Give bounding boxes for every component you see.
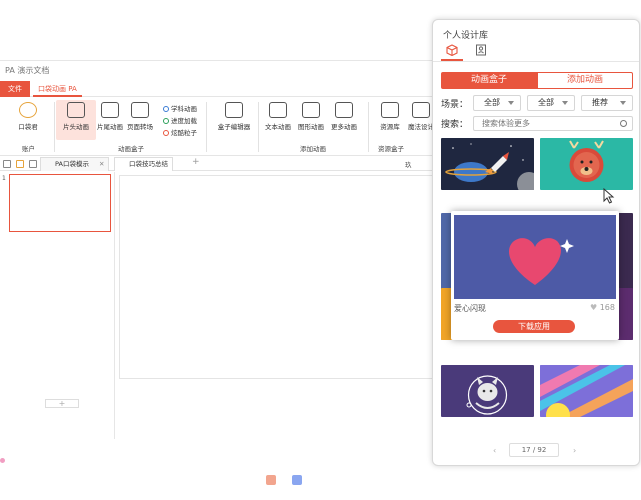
colorful-stripes-illustration — [540, 365, 633, 417]
animation-name: 爱心闪现 — [454, 304, 486, 313]
add-slide-button[interactable]: + — [45, 399, 79, 408]
divider — [206, 102, 207, 152]
sort-select[interactable]: 推荐 — [581, 95, 633, 111]
transition-icon — [131, 102, 149, 118]
cat-headphones-illustration — [466, 375, 508, 415]
pagination: ‹ 17 / 92 › — [433, 440, 639, 460]
decorative-dot — [0, 458, 5, 463]
open-folder-icon[interactable] — [16, 160, 24, 168]
tab-add-animation[interactable]: 添加动画 — [537, 72, 633, 89]
doc-tab-2[interactable]: 口袋技巧总结 — [114, 157, 173, 171]
divider — [368, 102, 369, 152]
slide-canvas[interactable] — [119, 175, 436, 379]
cube-icon — [225, 102, 243, 118]
animation-card-deer[interactable] — [540, 138, 633, 190]
group-add-animation: 添加动画 — [300, 145, 326, 153]
rocket-planet-illustration — [445, 143, 534, 190]
panel-title: 个人设计库 — [443, 31, 489, 41]
menu-tab-pa[interactable]: 口袋动画 PA — [33, 81, 82, 97]
scene-select-1[interactable]: 全部 — [473, 95, 521, 111]
sparkle-icon — [163, 130, 169, 136]
scene-label: 场景： — [441, 100, 469, 110]
ribbon-overflow-label[interactable]: 玖 — [405, 159, 412, 169]
group-animation-box: 动画盒子 — [118, 145, 144, 153]
new-doc-icon[interactable] — [3, 160, 11, 168]
refresh-icon — [163, 118, 169, 124]
group-account: 账户 — [22, 145, 35, 153]
add-tab-icon[interactable]: + — [192, 157, 200, 167]
progress-loading-link[interactable]: 进度加载 — [163, 115, 197, 125]
divider — [54, 102, 55, 152]
group-resource: 资源盒子 — [378, 145, 404, 153]
window-title: PA 演示文档 — [5, 66, 50, 75]
slide-number: 1 — [2, 175, 6, 182]
user-card-icon[interactable] — [475, 44, 487, 56]
text-icon — [269, 102, 287, 118]
heart-icon: ♥ — [590, 303, 598, 312]
color-swatch-salmon — [266, 475, 276, 485]
particle-link[interactable]: 炫酷粒子 — [163, 127, 197, 137]
box-editor-button[interactable]: 盒子编辑器 — [212, 100, 256, 131]
ribbon: 口袋君 账户 片头动画 片尾动画 页面转场 学科动画 进度加载 炫酷粒子 动画盒… — [0, 98, 436, 156]
star-icon — [163, 106, 169, 112]
app-window: PA 演示文档 文件 口袋动画 PA 口袋君 账户 片头动画 片尾动画 页面转场… — [0, 60, 436, 439]
close-icon[interactable]: ✕ — [99, 160, 104, 168]
animation-card-cat[interactable] — [441, 365, 534, 417]
page-transition-button[interactable]: 页面转场 — [120, 100, 160, 131]
clapper-icon — [101, 102, 119, 118]
like-count[interactable]: ♥ 168 — [590, 303, 615, 312]
tab-animation-box[interactable]: 动画盒子 — [441, 72, 537, 89]
subject-animation-link[interactable]: 学科动画 — [163, 103, 197, 113]
animation-preview-popup: 爱心闪现 ♥ 168 下载应用 — [451, 211, 619, 340]
download-app-button[interactable]: 下载应用 — [493, 320, 575, 333]
menu-bar: 文件 口袋动画 PA — [0, 81, 436, 97]
magic-icon — [412, 102, 430, 118]
avatar-icon — [19, 102, 37, 118]
grid-icon — [335, 102, 353, 118]
slides-pane: 1 + — [0, 172, 115, 439]
shape-icon — [302, 102, 320, 118]
mouse-cursor-icon — [603, 188, 615, 204]
more-animation-button[interactable]: 更多动画 — [324, 100, 364, 131]
save-icon[interactable] — [29, 160, 37, 168]
color-swatch-blue — [292, 475, 302, 485]
document-tabstrip: PA口袋模示 ✕ 口袋技巧总结 + 玖 — [0, 157, 436, 171]
menu-file[interactable]: 文件 — [0, 81, 30, 97]
next-page-button[interactable]: › — [573, 446, 576, 455]
account-button[interactable]: 口袋君 — [8, 100, 48, 131]
chevron-down-icon — [562, 101, 568, 105]
page-indicator[interactable]: 17 / 92 — [509, 443, 559, 457]
cube-icon[interactable] — [446, 44, 458, 56]
deer-face-illustration — [569, 140, 604, 182]
resource-library-button[interactable]: 资源库 — [370, 100, 410, 131]
scene-select-2[interactable]: 全部 — [527, 95, 575, 111]
chevron-down-icon — [508, 101, 514, 105]
search-label: 搜索： — [441, 120, 469, 130]
slide-thumbnail[interactable] — [9, 174, 111, 232]
animation-card-rocket[interactable] — [441, 138, 534, 190]
animation-card-colorful[interactable] — [540, 365, 633, 417]
heart-preview-illustration[interactable] — [454, 215, 616, 299]
doc-tab-1[interactable]: PA口袋模示 ✕ — [40, 157, 110, 171]
divider — [433, 61, 639, 62]
prev-page-button[interactable]: ‹ — [493, 446, 496, 455]
film-icon — [67, 102, 85, 118]
search-icon[interactable] — [620, 120, 627, 127]
library-icon — [381, 102, 399, 118]
chevron-down-icon — [620, 101, 626, 105]
search-input[interactable] — [473, 116, 633, 131]
